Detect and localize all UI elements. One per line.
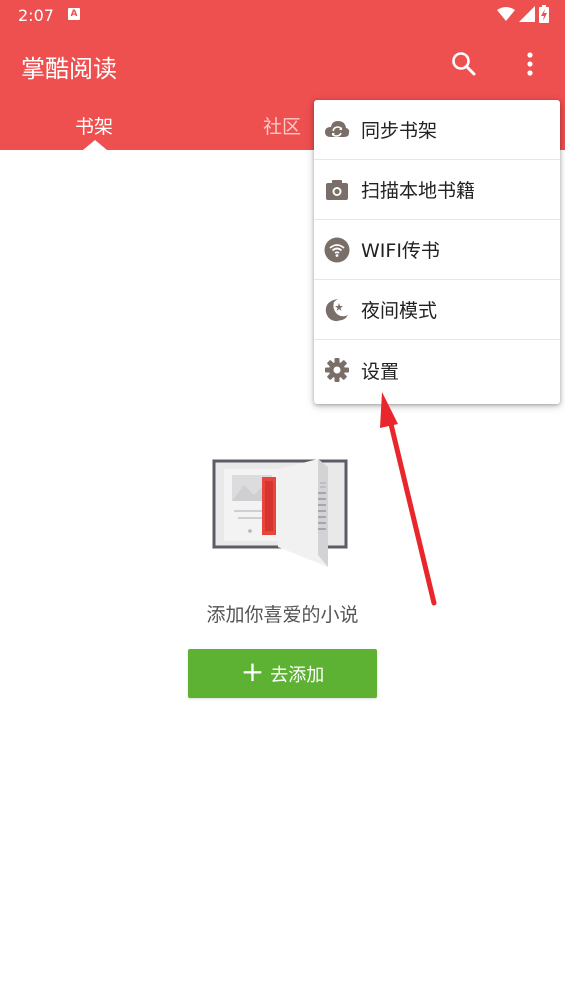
search-button[interactable] — [450, 50, 478, 78]
status-icons — [497, 5, 549, 23]
empty-message: 添加你喜爱的小说 — [206, 604, 359, 626]
plus-icon: + — [240, 655, 265, 688]
add-book-button[interactable]: + 去添加 — [188, 649, 377, 698]
overflow-menu: 同步书架 扫描本地书籍 WIFI传书 夜间模式 设置 — [314, 100, 560, 404]
wifi-icon — [324, 237, 350, 263]
gear-icon — [325, 358, 349, 382]
tab-bookshelf[interactable]: 书架 — [75, 112, 113, 139]
camera-icon — [326, 180, 348, 200]
tab-indicator — [83, 140, 107, 150]
signal-icon — [519, 6, 535, 22]
tab-community[interactable]: 社区 — [263, 112, 301, 139]
cloud-sync-icon — [325, 121, 350, 137]
menu-label-night-mode: 夜间模式 — [361, 300, 438, 322]
menu-item-settings[interactable]: 设置 — [314, 340, 560, 400]
more-options-button[interactable] — [516, 50, 544, 78]
menu-item-sync-shelf[interactable]: 同步书架 — [314, 100, 560, 160]
menu-item-wifi-transfer[interactable]: WIFI传书 — [314, 220, 560, 280]
app-title: 掌酷阅读 — [21, 55, 117, 83]
menu-label-wifi-transfer: WIFI传书 — [361, 240, 440, 262]
moon-icon — [325, 299, 348, 322]
book-illustration — [212, 459, 348, 567]
more-vert-icon — [527, 52, 533, 76]
menu-label-scan-local: 扫描本地书籍 — [361, 180, 476, 202]
menu-item-scan-local[interactable]: 扫描本地书籍 — [314, 160, 560, 220]
menu-label-sync-shelf: 同步书架 — [361, 120, 438, 142]
wifi-status-icon — [497, 7, 515, 21]
battery-icon — [539, 5, 549, 23]
notification-badge: A — [68, 8, 80, 20]
add-button-label: 去添加 — [270, 664, 325, 686]
status-time: 2:07 — [18, 6, 54, 25]
status-bar: 2:07 A — [0, 0, 565, 30]
search-icon — [452, 52, 476, 76]
menu-label-settings: 设置 — [361, 360, 400, 383]
menu-item-night-mode[interactable]: 夜间模式 — [314, 280, 560, 340]
